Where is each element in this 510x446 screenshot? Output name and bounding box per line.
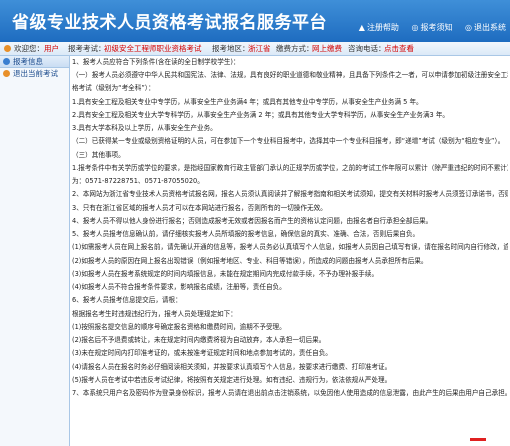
- notice-line: 5、报考人员报考信息确认前，请仔细核实报考人员所填报的报考信息，确保信息的真实、…: [72, 230, 420, 238]
- notice-line: 3、只有在浙江省区域的报考人员才可以在本网站进行报名，否则所有的一切操作无效。: [72, 204, 327, 212]
- sidebar-item-exit-exam[interactable]: 退出当前考试: [0, 68, 69, 80]
- notice-line: 1、报考人员应符合下列条件(含在读的全日制学校学生)：: [72, 58, 240, 66]
- annotation-arrow: [470, 438, 486, 441]
- notice-line: (1)如需报考人员在网上报名前，请先确认开通的信息等，报考人员务必认真填写个人信…: [72, 243, 508, 251]
- notice-line: (2)如报考人员的原因在网上报名出现错误（例如报考地区、专业、科目等错误），所造…: [72, 257, 428, 265]
- exam-notice-link[interactable]: ◎ 报考须知: [411, 23, 452, 32]
- notice-line: 1.具有安全工程及相关专业中专学历，从事安全生产业务满4 年；或具有其他专业中专…: [72, 98, 423, 106]
- notice-line: （三）其他事项。: [72, 151, 125, 159]
- notice-line: (3)如报考人员在报考系统规定的时间内填报信息，未能在规定期间内完成付款手续，不…: [72, 270, 379, 278]
- exam-value: 初级安全工程师职业资格考试: [104, 44, 202, 53]
- notice-line: (5)报考人员在考试中若违反考试纪律，将按照有关规定进行处理。如有违纪、违规行为…: [72, 376, 392, 384]
- top-links: ▲ 注册帮助 ◎ 报考须知 ◎ 退出系统: [349, 22, 506, 33]
- notice-line: 7、本系统只用户名及密码作为登录身份标识，报考人员请在退出前点击注销系统，以免因…: [72, 389, 508, 397]
- notice-line: 6、报考人员报考信息提交后，请根：: [72, 296, 182, 304]
- site-header: 省级专业技术人员资格考试报名服务平台 ▲ 注册帮助 ◎ 报考须知 ◎ 退出系统: [0, 0, 510, 42]
- payment-mode-value: 网上缴费: [312, 44, 342, 53]
- area-value: 浙江省: [248, 44, 271, 53]
- register-help-link[interactable]: ▲ 注册帮助: [359, 23, 399, 32]
- notice-line: 格考试（级别为“考全科”）：: [72, 84, 155, 92]
- phone-label: 咨询电话：: [348, 44, 386, 53]
- sidebar: 报考信息 退出当前考试: [0, 56, 70, 446]
- notice-line: 2、本网站为浙江省专业技术人员资格考试报名网，报名人员须认真阅读并了解报考指南和…: [72, 190, 508, 198]
- user-info-bar: 欢迎您： 用户 报考考试： 初级安全工程师职业资格考试 报考地区： 浙江省 缴费…: [0, 42, 510, 56]
- exam-notice-content: 1、报考人员应符合下列条件(含在读的全日制学校学生)： （一）报考人员必须遵守中…: [72, 56, 508, 446]
- notice-line: 3.具有大学本科及以上学历，从事安全生产业务。: [72, 124, 217, 132]
- logout-link[interactable]: ◎ 退出系统: [465, 23, 506, 32]
- user-icon: [4, 45, 11, 52]
- notice-line: （一）报考人员必须遵守中华人民共和国宪法、法律、法规，具有良好的职业道德和敬业精…: [72, 71, 508, 79]
- notice-line: (4)请报名人员在报名时务必仔细阅读相关须知，并按要求认真填写个人信息，按要求进…: [72, 363, 392, 371]
- notice-line: (4)如报考人员不符合报考条件要求，影响报名成绩，注册等，责任自负。: [72, 283, 286, 291]
- list-icon: [3, 58, 10, 65]
- notice-line: 为：0571-87228751、0571-87055020。: [72, 177, 204, 185]
- user-name: 用户: [44, 44, 59, 53]
- area-label: 报考地区：: [212, 44, 250, 53]
- notice-line: (1)按照报名提交信息的顺序号确定报名资格和缴费时间，逾期不予受理。: [72, 323, 286, 331]
- payment-mode-label: 缴费方式：: [276, 44, 314, 53]
- notice-line: 根据报名考生时违规违纪行为，报考人员处理规定如下：: [72, 310, 237, 318]
- power-icon: ◎: [465, 23, 472, 32]
- notice-line: 1.报考条件中有关学历或学位的要求，是指经国家教育行政主管部门承认的正规学历或学…: [72, 164, 508, 172]
- help-icon: ▲: [358, 23, 365, 32]
- exit-icon: [3, 70, 10, 77]
- notice-line: 2.具有安全工程及相关专业大学专科学历，从事安全生产业务满 2 年；或具有其他专…: [72, 111, 450, 119]
- notice-line: (3)未在规定时间内打印准考证的，或未按准考证规定时间和地点参加考试的，责任自负…: [72, 349, 332, 357]
- welcome-group: 欢迎您：: [4, 42, 44, 55]
- phone-link[interactable]: 点击查看: [384, 42, 414, 55]
- notice-line: 4、报考人员不得以他人身份进行报名；否则造成报考无效或者因报名而产生的资格认定问…: [72, 217, 433, 225]
- notice-line: (2)报名后不予退费或转让，未在规定时间内缴费将视为自动放弃，本人承担一切后果。: [72, 336, 326, 344]
- notice-line: （二）已获得某一专业或级别资格证明的人员，可在参加下一个专业科目报考中，选择其中…: [72, 137, 505, 145]
- exam-label: 报考考试：: [68, 44, 106, 53]
- sidebar-header: 报考信息: [0, 56, 69, 68]
- notice-icon: ◎: [411, 23, 419, 32]
- site-title: 省级专业技术人员资格考试报名服务平台: [12, 13, 327, 33]
